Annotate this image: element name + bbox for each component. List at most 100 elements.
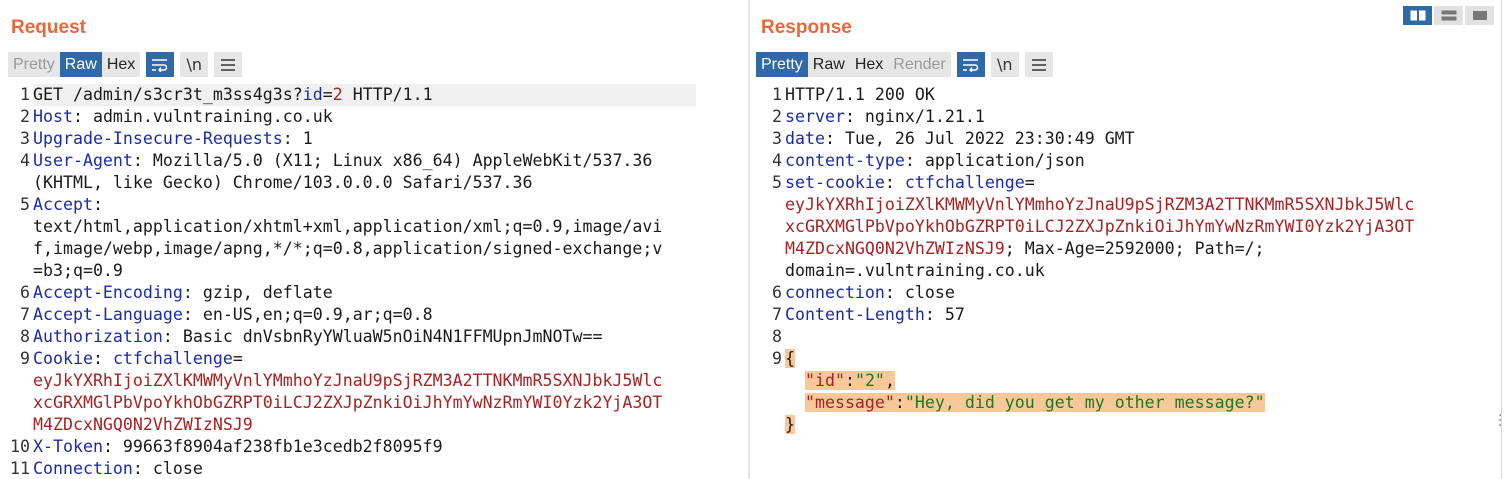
request-editor[interactable]: 1 GET /admin/s3cr3t_m3ss4g3s?id=2 HTTP/1…	[0, 84, 746, 479]
cookie-value: eyJkYXRhIjoiZXlKMWMyVnlYMmhoYzJnaU9pSjRZ…	[785, 195, 1415, 214]
cookie-value: M4ZDcxNGQ0N2VhZWIzNSJ9	[33, 415, 253, 434]
resize-handle-icon[interactable]: ···	[1498, 409, 1504, 433]
response-toolbar: Pretty Raw Hex Render \n	[756, 52, 1053, 77]
query-param-eq: =	[322, 85, 333, 104]
line-number: 9	[772, 349, 782, 368]
request-view-tabs: Pretty Raw Hex	[8, 52, 141, 77]
wrap-lines-icon	[962, 58, 979, 72]
tab-pretty[interactable]: Pretty	[756, 52, 808, 77]
line-number: 4	[20, 151, 30, 170]
line-number: 5	[20, 195, 30, 214]
line-number: 7	[20, 305, 30, 324]
tab-hex[interactable]: Hex	[102, 52, 140, 77]
header-value: : 1	[282, 129, 313, 148]
header-line: 7 Accept-Language: en-US,en;q=0.9,ar;q=0…	[0, 304, 746, 326]
header-line: 3 Upgrade-Insecure-Requests: 1	[0, 128, 746, 150]
json-value-id: "2"	[854, 371, 885, 390]
header-value: : application/json	[904, 151, 1085, 170]
json-line: "message":"Hey, did you get my other mes…	[752, 392, 1500, 414]
tab-raw[interactable]: Raw	[59, 52, 102, 77]
line-number-blank	[0, 172, 33, 194]
json-key-message: "message"	[804, 393, 895, 412]
line-number-blank	[0, 414, 33, 436]
json-key-id: "id"	[804, 371, 845, 390]
line-number: 8	[20, 327, 30, 346]
status-line-text: HTTP/1.1 200 OK	[785, 85, 935, 104]
pane-divider[interactable]	[748, 0, 750, 479]
status-line: 1 HTTP/1.1 200 OK	[752, 84, 1500, 106]
header-value: : close	[884, 283, 955, 302]
line-number: 7	[772, 305, 782, 324]
line-number-blank	[0, 216, 33, 238]
line-number: 5	[772, 173, 782, 192]
header-line: 8 Authorization: Basic dnVsbnRyYWluaW5nO…	[0, 326, 746, 348]
header-line: 7 Content-Length: 57	[752, 304, 1500, 326]
line-number-blank	[0, 392, 33, 414]
hamburger-menu-icon	[221, 58, 236, 71]
line-number: 8	[772, 327, 782, 346]
header-name: Cookie	[33, 349, 93, 368]
json-close-brace: }	[785, 415, 795, 434]
cookie-value: xcGRXMGlPbVpoYkhObGZRPT0iLCJ2ZXJpZnkiOiJ…	[33, 393, 663, 412]
header-line: 2 server: nginx/1.21.1	[752, 106, 1500, 128]
cookie-value-line: M4ZDcxNGQ0N2VhZWIzNSJ9; Max-Age=2592000;…	[752, 238, 1500, 260]
wrap-lines-button[interactable]	[956, 52, 985, 77]
tab-pretty[interactable]: Pretty	[8, 52, 60, 77]
split-horizontal-icon	[1410, 10, 1425, 21]
header-line: 10 X-Token: 99663f8904af238fb1e3cedb2f80…	[0, 436, 746, 458]
header-value: =b3;q=0.9	[33, 261, 123, 280]
line-number: 4	[772, 151, 782, 170]
cookie-value-line: M4ZDcxNGQ0N2VhZWIzNSJ9	[0, 414, 746, 436]
cookie-eq: =	[232, 349, 243, 368]
line-number-blank	[0, 260, 33, 282]
header-line: 5 Accept:	[0, 194, 746, 216]
response-editor[interactable]: 1 HTTP/1.1 200 OK 2 server: nginx/1.21.1…	[752, 84, 1500, 479]
show-newlines-button[interactable]: \n	[990, 52, 1019, 77]
header-name: Authorization	[33, 327, 163, 346]
header-name: Accept-Encoding	[33, 283, 183, 302]
line-number: 2	[20, 107, 30, 126]
response-pane: Response Pretty Raw Hex Render \n 1 HTTP…	[752, 0, 1500, 479]
json-close-line: }	[752, 414, 1500, 436]
line-number: 6	[20, 283, 30, 302]
cookie-attr-line: domain=.vulntraining.co.uk	[752, 260, 1500, 282]
tab-raw[interactable]: Raw	[808, 52, 850, 77]
single-pane-button[interactable]	[1465, 6, 1494, 25]
split-horizontal-button[interactable]	[1403, 6, 1432, 25]
header-value: :	[92, 195, 103, 214]
query-param-value: 2	[332, 85, 343, 104]
header-value: : Basic dnVsbnRyYWluaW5nOiN4N1FFMUpnJmNO…	[162, 327, 603, 346]
split-vertical-icon	[1441, 10, 1456, 21]
tab-render[interactable]: Render	[888, 52, 950, 77]
cookie-value: eyJkYXRhIjoiZXlKMWMyVnlYMmhoYzJnaU9pSjRZ…	[33, 371, 663, 390]
tab-hex[interactable]: Hex	[850, 52, 888, 77]
wrap-lines-icon	[152, 58, 168, 72]
request-protocol: HTTP/1.1	[342, 85, 433, 104]
header-value: : en-US,en;q=0.9,ar;q=0.8	[182, 305, 433, 324]
header-line: 6 connection: close	[752, 282, 1500, 304]
menu-button[interactable]	[214, 52, 243, 77]
line-number-blank	[752, 414, 785, 436]
cookie-value-line: xcGRXMGlPbVpoYkhObGZRPT0iLCJ2ZXJpZnkiOiJ…	[752, 216, 1500, 238]
show-newlines-button[interactable]: \n	[180, 52, 209, 77]
header-line: 4 content-type: application/json	[752, 150, 1500, 172]
header-value: : Tue, 26 Jul 2022 23:30:49 GMT	[824, 129, 1135, 148]
header-name: Host	[33, 107, 73, 126]
header-value: text/html,application/xhtml+xml,applicat…	[33, 217, 663, 236]
header-name: content-type	[785, 151, 905, 170]
line-number: 6	[772, 283, 782, 302]
resize-handle-icon[interactable]: ···	[745, 409, 746, 433]
line-number-blank	[752, 392, 785, 414]
line-number: 10	[10, 437, 30, 456]
line-number-blank	[752, 260, 785, 282]
header-value: (KHTML, like Gecko) Chrome/103.0.0.0 Saf…	[33, 173, 533, 192]
menu-button[interactable]	[1024, 52, 1053, 77]
header-continuation: text/html,application/xhtml+xml,applicat…	[0, 216, 746, 238]
cookie-name: ctfchallenge	[904, 173, 1025, 192]
header-name: server	[785, 107, 845, 126]
wrap-lines-button[interactable]	[146, 52, 175, 77]
header-continuation: (KHTML, like Gecko) Chrome/103.0.0.0 Saf…	[0, 172, 746, 194]
line-number-blank	[752, 216, 785, 238]
line-number: 3	[772, 129, 782, 148]
split-vertical-button[interactable]	[1434, 6, 1463, 25]
